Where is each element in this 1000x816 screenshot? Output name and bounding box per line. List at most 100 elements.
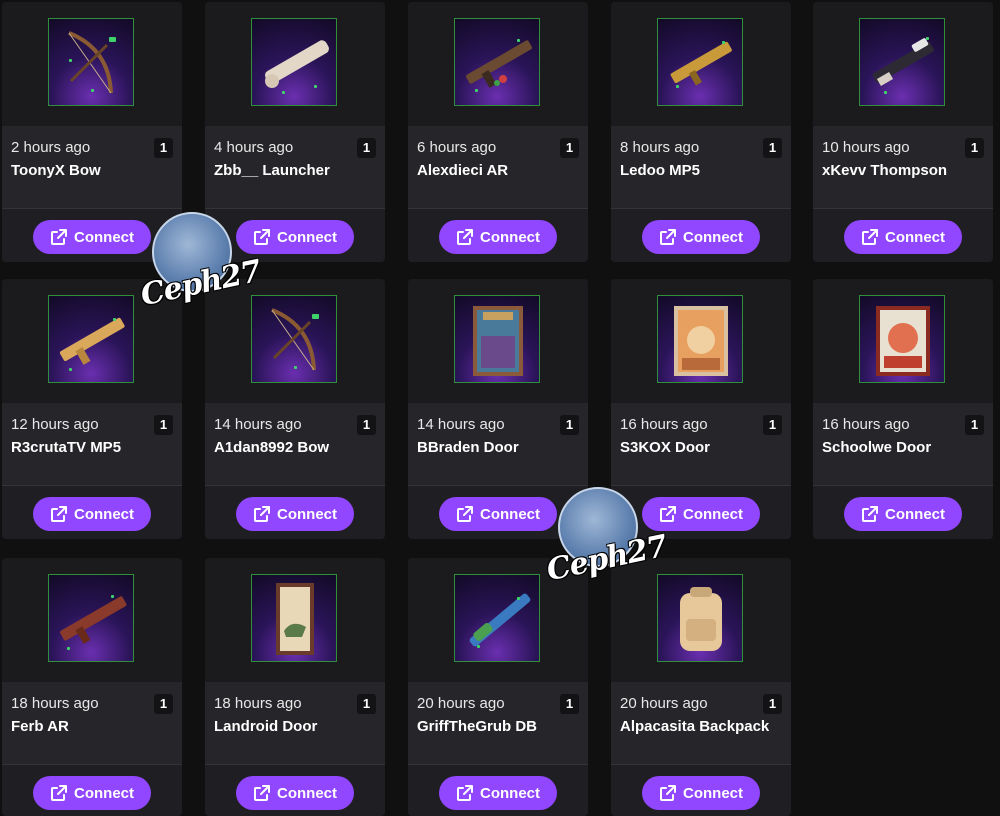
item-name: Zbb__ Launcher: [214, 162, 330, 179]
connect-button[interactable]: Connect: [439, 220, 557, 254]
quantity-badge: 1: [357, 694, 376, 714]
quantity-badge: 1: [763, 694, 782, 714]
item-info: 8 hours ago Ledoo MP5 1: [611, 126, 791, 208]
item-time: 18 hours ago: [11, 695, 99, 712]
item-name: Ferb AR: [11, 718, 69, 735]
connect-label: Connect: [480, 784, 540, 802]
connect-label: Connect: [480, 505, 540, 523]
item-image-area: [813, 2, 993, 126]
item-name: GriffTheGrub DB: [417, 718, 537, 735]
external-link-icon: [660, 785, 676, 801]
quantity-badge: 1: [965, 138, 984, 158]
item-name: BBraden Door: [417, 439, 519, 456]
connect-button[interactable]: Connect: [236, 776, 354, 810]
watermark: Ceph27: [544, 487, 670, 597]
item-image-area: [611, 279, 791, 403]
connect-label: Connect: [683, 784, 743, 802]
item-info: 6 hours ago Alexdieci AR 1: [408, 126, 588, 208]
connect-label: Connect: [885, 228, 945, 246]
item-name: Schoolwe Door: [822, 439, 932, 456]
item-info: 16 hours ago Schoolwe Door 1: [813, 403, 993, 485]
assault-rifle-icon: [454, 18, 540, 106]
item-info: 18 hours ago Landroid Door 1: [205, 682, 385, 764]
external-link-icon: [51, 506, 67, 522]
item-name: R3crutaTV MP5: [11, 439, 122, 456]
item-info: 4 hours ago Zbb__ Launcher 1: [205, 126, 385, 208]
item-name: Alpacasita Backpack: [620, 718, 770, 735]
connect-button[interactable]: Connect: [33, 220, 151, 254]
item-card: 8 hours ago Ledoo MP5 1 Connect: [611, 2, 791, 262]
external-link-icon: [254, 506, 270, 522]
item-image-area: [205, 558, 385, 682]
connect-button[interactable]: Connect: [33, 776, 151, 810]
assault-rifle-icon: [48, 574, 134, 662]
bow-icon: [251, 295, 337, 383]
item-time: 14 hours ago: [214, 416, 302, 433]
item-time: 8 hours ago: [620, 139, 700, 156]
item-image-area: [611, 2, 791, 126]
door-icon: [454, 295, 540, 383]
quantity-badge: 1: [154, 415, 173, 435]
item-info: 20 hours ago GriffTheGrub DB 1: [408, 682, 588, 764]
quantity-badge: 1: [965, 415, 984, 435]
connect-label: Connect: [277, 505, 337, 523]
item-time: 14 hours ago: [417, 416, 505, 433]
item-time: 16 hours ago: [620, 416, 708, 433]
quantity-badge: 1: [560, 415, 579, 435]
card-footer: Connect: [611, 208, 791, 262]
item-image-area: [2, 2, 182, 126]
item-image-area: [408, 279, 588, 403]
connect-button[interactable]: Connect: [236, 497, 354, 531]
connect-button[interactable]: Connect: [33, 497, 151, 531]
item-time: 20 hours ago: [620, 695, 708, 712]
bow-icon: [48, 18, 134, 106]
item-time: 10 hours ago: [822, 139, 910, 156]
item-time: 2 hours ago: [11, 139, 91, 156]
connect-button[interactable]: Connect: [439, 776, 557, 810]
connect-label: Connect: [885, 505, 945, 523]
item-card: 18 hours ago Landroid Door 1 Connect: [205, 558, 385, 816]
item-card: 6 hours ago Alexdieci AR 1 Connect: [408, 2, 588, 262]
quantity-badge: 1: [560, 694, 579, 714]
item-name: xKevv Thompson: [822, 162, 948, 179]
item-grid: 2 hours ago ToonyX Bow 1 Connect 4 hours…: [0, 0, 1000, 816]
external-link-icon: [457, 229, 473, 245]
watermark: Ceph27: [138, 212, 264, 322]
item-card: 16 hours ago Schoolwe Door 1 Connect: [813, 279, 993, 539]
connect-label: Connect: [480, 228, 540, 246]
item-time: 18 hours ago: [214, 695, 302, 712]
door-icon: [859, 295, 945, 383]
external-link-icon: [51, 229, 67, 245]
item-image-area: [2, 558, 182, 682]
card-footer: Connect: [813, 485, 993, 539]
connect-label: Connect: [74, 505, 134, 523]
door-icon: [657, 295, 743, 383]
backpack-icon: [657, 574, 743, 662]
connect-label: Connect: [74, 784, 134, 802]
connect-button[interactable]: Connect: [439, 497, 557, 531]
external-link-icon: [862, 506, 878, 522]
item-name: S3KOX Door: [620, 439, 711, 456]
quantity-badge: 1: [154, 694, 173, 714]
connect-button[interactable]: Connect: [642, 220, 760, 254]
connect-button[interactable]: Connect: [642, 776, 760, 810]
connect-button[interactable]: Connect: [844, 497, 962, 531]
item-name: Alexdieci AR: [417, 162, 509, 179]
card-footer: Connect: [611, 764, 791, 816]
item-info: 2 hours ago ToonyX Bow 1: [2, 126, 182, 208]
item-time: 12 hours ago: [11, 416, 99, 433]
item-info: 14 hours ago BBraden Door 1: [408, 403, 588, 485]
item-info: 20 hours ago Alpacasita Backpack 1: [611, 682, 791, 764]
double-barrel-icon: [454, 574, 540, 662]
item-card: 10 hours ago xKevv Thompson 1 Connect: [813, 2, 993, 262]
connect-button[interactable]: Connect: [844, 220, 962, 254]
thompson-icon: [859, 18, 945, 106]
quantity-badge: 1: [560, 138, 579, 158]
external-link-icon: [254, 785, 270, 801]
quantity-badge: 1: [763, 415, 782, 435]
item-name: Ledoo MP5: [620, 162, 701, 179]
card-footer: Connect: [408, 764, 588, 816]
quantity-badge: 1: [357, 138, 376, 158]
card-footer: Connect: [408, 208, 588, 262]
smg-icon: [48, 295, 134, 383]
